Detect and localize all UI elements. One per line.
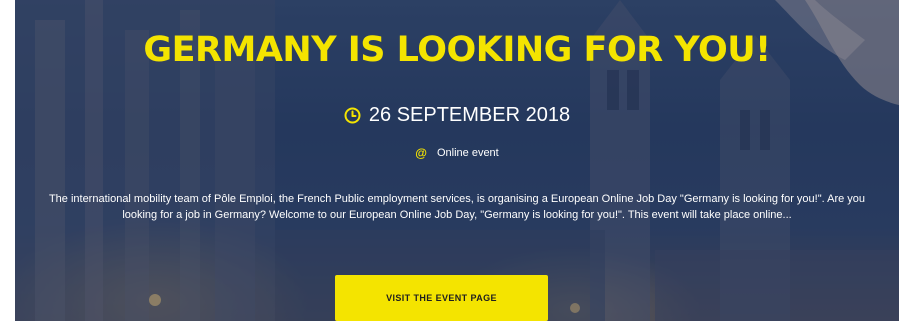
event-description: The international mobility team of Pôle … xyxy=(48,193,866,221)
clock-icon xyxy=(344,107,361,124)
event-location: Online event xyxy=(436,147,499,159)
event-date: 26 SEPTEMBER 2018 xyxy=(368,104,571,126)
at-icon: @ xyxy=(415,146,427,160)
event-location-row: @ Online event xyxy=(15,146,899,160)
event-title: GERMANY IS LOOKING FOR YOU! xyxy=(143,30,771,70)
event-date-row: 26 SEPTEMBER 2018 xyxy=(15,104,899,127)
visit-event-page-button[interactable]: VISIT THE EVENT PAGE xyxy=(335,275,548,321)
event-banner: GERMANY IS LOOKING FOR YOU! 26 SEPTEMBER… xyxy=(15,0,899,321)
page-margin xyxy=(0,0,15,321)
